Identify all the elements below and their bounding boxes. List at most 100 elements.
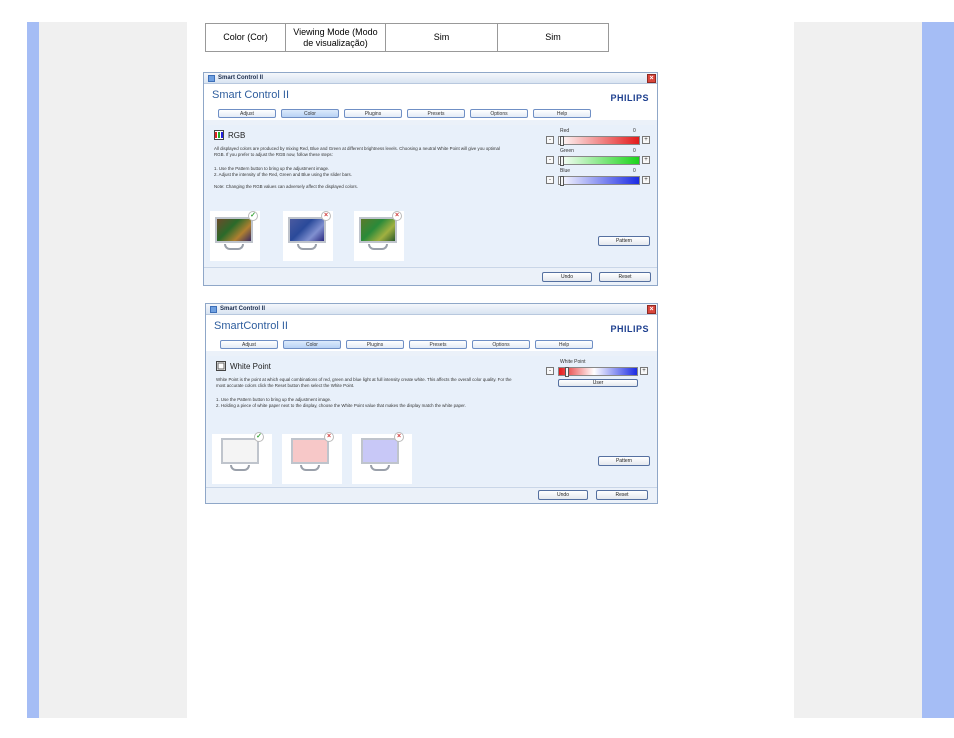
monitor-stand: [224, 244, 244, 250]
tab-presets[interactable]: Presets: [407, 108, 465, 118]
smartcontrol-window-rgb: Smart Control II × Smart Control II PHIL…: [203, 72, 658, 286]
tab-options[interactable]: Options: [472, 339, 530, 349]
window-titlebar: Smart Control II ×: [206, 304, 657, 315]
green-slider-label: Green: [560, 148, 574, 154]
close-icon[interactable]: ×: [647, 305, 656, 314]
close-icon[interactable]: ×: [647, 74, 656, 83]
smartcontrol-window-white-point: Smart Control II × SmartControl II PHILI…: [205, 303, 658, 504]
tab-help[interactable]: Help: [533, 108, 591, 118]
blue-slider-value: 0: [633, 168, 636, 174]
table-cell: Sim: [385, 23, 498, 52]
left-border-strip: [27, 22, 39, 718]
section-header: White Point: [216, 361, 271, 371]
x-icon: ×: [321, 211, 331, 221]
white-point-mode-value: User: [558, 379, 638, 387]
undo-button[interactable]: Undo: [542, 272, 592, 282]
green-decrease-button[interactable]: -: [546, 156, 554, 164]
pattern-button[interactable]: Pattern: [598, 456, 650, 466]
blue-slider-label: Blue: [560, 168, 571, 174]
blue-increase-button[interactable]: +: [642, 176, 650, 184]
preview-card: ×: [352, 432, 412, 484]
page: Color (Cor) Viewing Mode (Modo de visual…: [0, 0, 954, 738]
right-border-strip: [922, 22, 954, 718]
x-icon: ×: [324, 432, 334, 442]
monitor-preview-selected[interactable]: ✓: [218, 432, 264, 476]
preview-card: ✓: [212, 432, 272, 484]
preview-image: [215, 217, 253, 243]
green-slider[interactable]: [558, 156, 640, 166]
red-slider-value: 0: [633, 128, 636, 134]
tab-color[interactable]: Color: [281, 108, 339, 118]
content-panel: RGB All displayed colors are produced by…: [206, 125, 655, 266]
app-title: Smart Control II: [212, 89, 290, 101]
description-text: All displayed colors are produced by mix…: [214, 146, 500, 157]
monitor-stand: [230, 465, 250, 471]
preview-card: ×: [282, 432, 342, 484]
slider-handle[interactable]: [560, 156, 564, 166]
white-point-slider-label: White Point: [560, 359, 586, 365]
undo-button[interactable]: Undo: [538, 490, 588, 500]
window-title: Smart Control II: [218, 75, 264, 81]
reset-button[interactable]: Reset: [599, 272, 651, 282]
divider: [204, 267, 657, 268]
description-text: White Point is the point at which equal …: [216, 377, 512, 388]
right-margin-panel: [794, 22, 922, 718]
tab-bar: Adjust Color Plugins Presets Options Hel…: [206, 337, 657, 351]
preview-image: [288, 217, 326, 243]
preview-image: [291, 438, 329, 464]
reset-button[interactable]: Reset: [596, 490, 648, 500]
tab-color[interactable]: Color: [283, 339, 341, 349]
check-icon: ✓: [254, 432, 264, 442]
slider-handle[interactable]: [560, 176, 564, 186]
monitor-preview-cool[interactable]: ×: [358, 432, 404, 476]
x-icon: ×: [392, 211, 402, 221]
content-panel: White Point White Point is the point at …: [208, 356, 655, 486]
monitor-stand: [297, 244, 317, 250]
pattern-button[interactable]: Pattern: [598, 236, 650, 246]
tab-adjust[interactable]: Adjust: [218, 108, 276, 118]
preview-image: [359, 217, 397, 243]
blue-decrease-button[interactable]: -: [546, 176, 554, 184]
white-point-decrease-button[interactable]: -: [546, 367, 554, 375]
tab-adjust[interactable]: Adjust: [220, 339, 278, 349]
window-title: Smart Control II: [220, 306, 266, 312]
note-text: Note: Changing the RGB values can advers…: [214, 184, 358, 189]
tab-plugins[interactable]: Plugins: [346, 339, 404, 349]
tab-help[interactable]: Help: [535, 339, 593, 349]
spec-table: Color (Cor) Viewing Mode (Modo de visual…: [205, 23, 609, 52]
brand-logo: PHILIPS: [610, 93, 649, 103]
preview-card: ×: [354, 211, 404, 261]
monitor-stand: [370, 465, 390, 471]
monitor-preview-green[interactable]: ×: [356, 211, 402, 255]
monitor-stand: [368, 244, 388, 250]
table-cell: Sim: [497, 23, 609, 52]
monitor-preview-blue[interactable]: ×: [285, 211, 331, 255]
monitor-preview-warm[interactable]: ×: [288, 432, 334, 476]
divider: [206, 487, 657, 488]
slider-handle[interactable]: [560, 136, 564, 146]
left-margin-panel: [39, 22, 187, 718]
step-2-text: 2. Holding a piece of white paper next t…: [216, 403, 466, 408]
green-increase-button[interactable]: +: [642, 156, 650, 164]
step-2-text: 2. Adjust the intensity of the Red, Gree…: [214, 172, 352, 177]
preview-image: [221, 438, 259, 464]
monitor-stand: [300, 465, 320, 471]
preview-card: ×: [283, 211, 333, 261]
tab-options[interactable]: Options: [470, 108, 528, 118]
red-slider[interactable]: [558, 136, 640, 146]
red-decrease-button[interactable]: -: [546, 136, 554, 144]
monitor-preview-selected[interactable]: ✓: [212, 211, 258, 255]
tab-presets[interactable]: Presets: [409, 339, 467, 349]
app-header: SmartControl II PHILIPS: [206, 315, 657, 337]
check-icon: ✓: [248, 211, 258, 221]
white-point-slider[interactable]: [558, 367, 638, 377]
red-increase-button[interactable]: +: [642, 136, 650, 144]
app-title: SmartControl II: [214, 320, 288, 332]
blue-slider[interactable]: [558, 176, 640, 186]
tab-plugins[interactable]: Plugins: [344, 108, 402, 118]
rgb-icon: [214, 130, 224, 140]
app-header: Smart Control II PHILIPS: [204, 84, 657, 106]
section-title: White Point: [230, 361, 271, 371]
white-point-increase-button[interactable]: +: [640, 367, 648, 375]
slider-handle[interactable]: [565, 367, 569, 377]
